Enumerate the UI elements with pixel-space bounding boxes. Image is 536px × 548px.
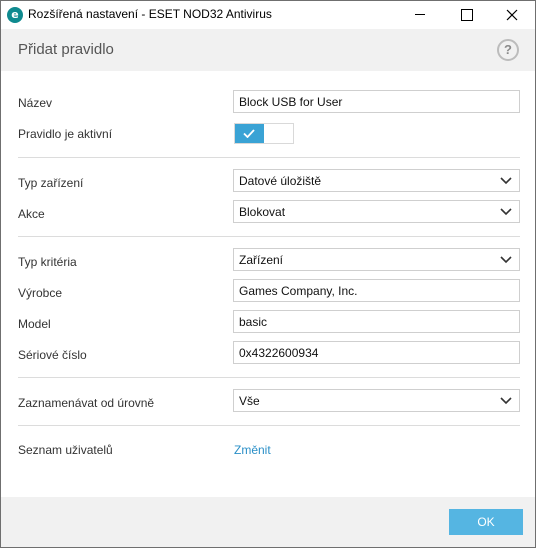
user-list-label: Seznam uživatelů	[18, 443, 113, 457]
device-type-select[interactable]: Datové úložiště	[233, 169, 520, 192]
active-label: Pravidlo je aktivní	[18, 127, 113, 141]
log-level-select[interactable]: Vše	[233, 389, 520, 412]
chevron-down-icon	[500, 208, 512, 216]
model-input[interactable]: basic	[233, 310, 520, 333]
chevron-down-icon	[500, 177, 512, 185]
window-title: Rozšířená nastavení - ESET NOD32 Antivir…	[28, 7, 272, 21]
section-divider	[18, 236, 520, 237]
close-button[interactable]	[489, 1, 535, 29]
name-input-value: Block USB for User	[239, 95, 343, 109]
title-bar[interactable]: e Rozšířená nastavení - ESET NOD32 Antiv…	[1, 1, 535, 29]
dialog-header: Přidat pravidlo ?	[1, 29, 535, 71]
page-title: Přidat pravidlo	[18, 41, 114, 58]
vendor-input[interactable]: Games Company, Inc.	[233, 279, 520, 302]
device-type-value: Datové úložiště	[239, 174, 322, 188]
maximize-button[interactable]	[443, 1, 489, 29]
criteria-type-select[interactable]: Zařízení	[233, 248, 520, 271]
toggle-on-indicator	[235, 124, 264, 143]
minimize-button[interactable]	[397, 1, 443, 29]
close-icon	[506, 9, 518, 21]
name-input[interactable]: Block USB for User	[233, 90, 520, 113]
section-divider	[18, 157, 520, 158]
checkmark-icon	[243, 129, 255, 138]
dialog-window: e Rozšířená nastavení - ESET NOD32 Antiv…	[0, 0, 536, 548]
rule-active-toggle[interactable]	[234, 123, 294, 144]
section-divider	[18, 377, 520, 378]
model-label: Model	[18, 317, 51, 331]
model-input-value: basic	[239, 315, 268, 329]
criteria-type-label: Typ kritéria	[18, 255, 77, 269]
action-label: Akce	[18, 207, 45, 221]
criteria-type-value: Zařízení	[239, 253, 284, 267]
action-value: Blokovat	[239, 205, 286, 219]
serial-label: Sériové číslo	[18, 348, 87, 362]
chevron-down-icon	[500, 256, 512, 264]
ok-button[interactable]: OK	[449, 509, 523, 535]
device-type-label: Typ zařízení	[18, 176, 84, 190]
help-button[interactable]: ?	[497, 39, 519, 61]
dialog-footer: OK	[1, 497, 535, 547]
log-level-value: Vše	[239, 394, 260, 408]
serial-input-value: 0x4322600934	[239, 346, 319, 360]
action-select[interactable]: Blokovat	[233, 200, 520, 223]
serial-input[interactable]: 0x4322600934	[233, 341, 520, 364]
section-divider	[18, 425, 520, 426]
log-level-label: Zaznamenávat od úrovně	[18, 396, 155, 410]
vendor-label: Výrobce	[18, 286, 63, 300]
change-users-link[interactable]: Změnit	[234, 443, 271, 457]
vendor-input-value: Games Company, Inc.	[239, 284, 358, 298]
eset-logo-icon: e	[7, 7, 23, 23]
chevron-down-icon	[500, 397, 512, 405]
name-label: Název	[18, 96, 53, 110]
